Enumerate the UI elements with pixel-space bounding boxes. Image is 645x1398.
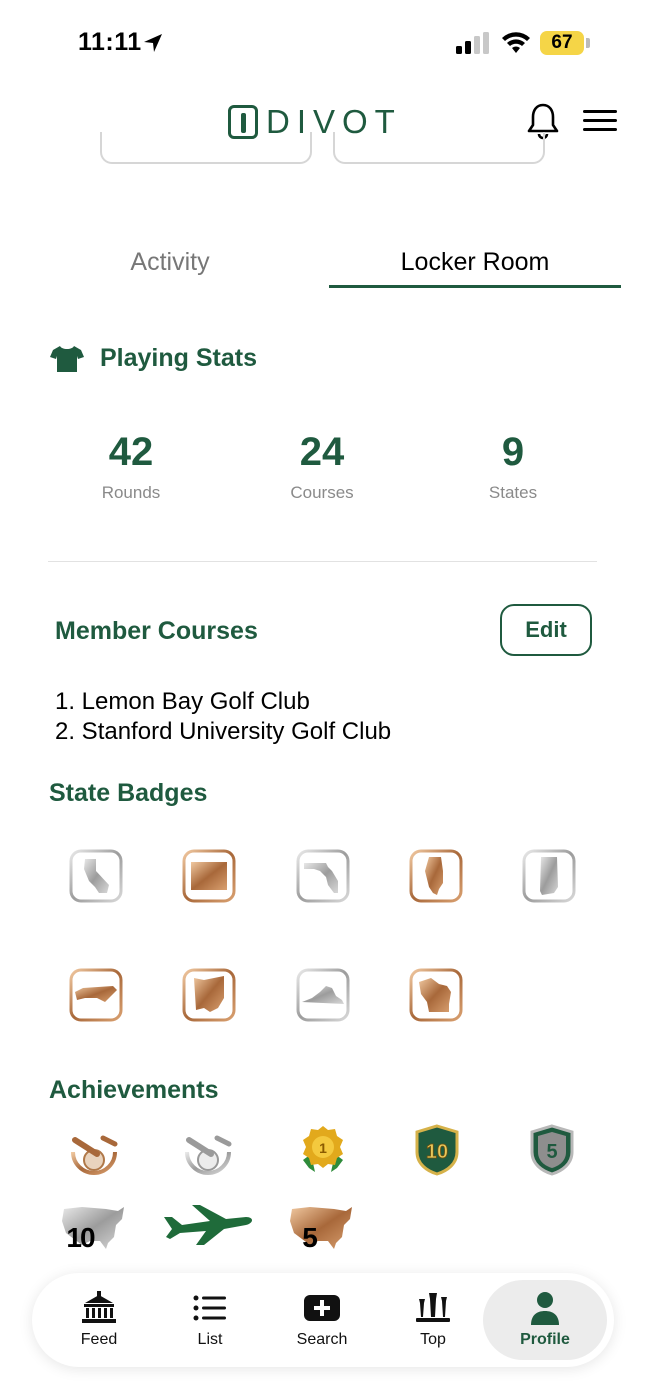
nav-label: Profile [520,1331,570,1348]
profile-action-button-partial[interactable] [333,132,545,164]
bottom-navigation: Feed List Search Top Profile [32,1273,614,1367]
usa-10-icon[interactable]: 10 [60,1203,126,1251]
app-header: DIVOT [0,80,645,160]
battery-tip [586,38,590,48]
nav-list[interactable]: List [154,1273,266,1367]
nav-top[interactable]: Top [377,1273,489,1367]
clubhouse-icon [82,1291,116,1323]
tab-locker-room[interactable]: Locker Room [329,240,621,290]
profile-action-button-partial[interactable] [100,132,312,164]
jersey-icon [50,346,84,372]
svg-text:10: 10 [66,1222,95,1251]
stat-courses: 24 Courses [242,430,402,503]
usa-5-icon[interactable]: 5 [288,1203,356,1251]
stat-label: Courses [290,483,354,502]
state-badge-colorado[interactable] [182,849,236,903]
edit-courses-button[interactable]: Edit [500,604,592,656]
state-badge-florida[interactable] [296,849,350,903]
nav-label: Feed [80,1331,118,1348]
bronze-golf-ball-icon[interactable] [67,1126,121,1178]
stat-states: 9 States [433,430,593,503]
svg-text:5: 5 [302,1222,318,1251]
state-badge-indiana[interactable] [522,849,576,903]
state-badges-title: State Badges [49,779,208,807]
achievements-title: Achievements [49,1076,219,1104]
svg-text:10: 10 [426,1141,448,1163]
nav-search[interactable]: Search [266,1273,378,1367]
state-badge-california[interactable] [69,849,123,903]
svg-text:5: 5 [546,1141,557,1163]
airplane-icon[interactable] [162,1203,254,1249]
search-plus-icon [304,1295,340,1321]
state-badge-ohio[interactable] [182,968,236,1022]
shield-5-icon[interactable]: 5 [530,1124,574,1176]
state-badge-north-carolina[interactable] [69,968,123,1022]
state-badge-virginia[interactable] [296,968,350,1022]
tab-activity[interactable]: Activity [40,240,300,290]
menu-hamburger-icon[interactable] [583,110,617,132]
person-icon [531,1292,559,1325]
stat-rounds: 42 Rounds [51,430,211,503]
gold-medal-1-icon[interactable]: 1 [297,1124,349,1176]
status-bar: 11:11 67 [0,0,645,80]
stat-value: 9 [501,430,525,474]
nav-feed[interactable]: Feed [43,1273,155,1367]
nav-label: List [197,1331,223,1348]
battery-indicator: 67 [540,31,584,55]
wifi-icon [502,32,530,53]
playing-stats-title: Playing Stats [100,344,257,372]
nav-label: Search [296,1331,348,1348]
member-courses-title: Member Courses [55,617,258,645]
state-badge-wisconsin[interactable] [409,968,463,1022]
podium-icon [416,1293,450,1322]
course-list-item[interactable]: 2. Stanford University Golf Club [55,718,391,746]
section-divider [48,561,597,562]
stat-label: States [488,483,538,502]
stat-value: 24 [299,430,345,474]
status-time: 11:11 [78,28,142,56]
cellular-signal-icon [456,32,489,54]
shield-10-icon[interactable]: 10 [415,1124,459,1176]
stat-value: 42 [108,430,154,474]
list-icon [193,1295,226,1321]
stat-label: Rounds [101,483,161,502]
profile-tabs: Activity Locker Room [0,240,645,292]
active-tab-indicator [329,285,621,288]
state-badge-illinois[interactable] [409,849,463,903]
location-arrow-icon [144,34,162,52]
nav-label: Top [420,1331,446,1348]
svg-text:1: 1 [319,1140,327,1156]
course-list-item[interactable]: 1. Lemon Bay Golf Club [55,688,310,716]
nav-profile[interactable]: Profile [489,1273,601,1367]
silver-golf-ball-icon[interactable] [181,1126,235,1178]
